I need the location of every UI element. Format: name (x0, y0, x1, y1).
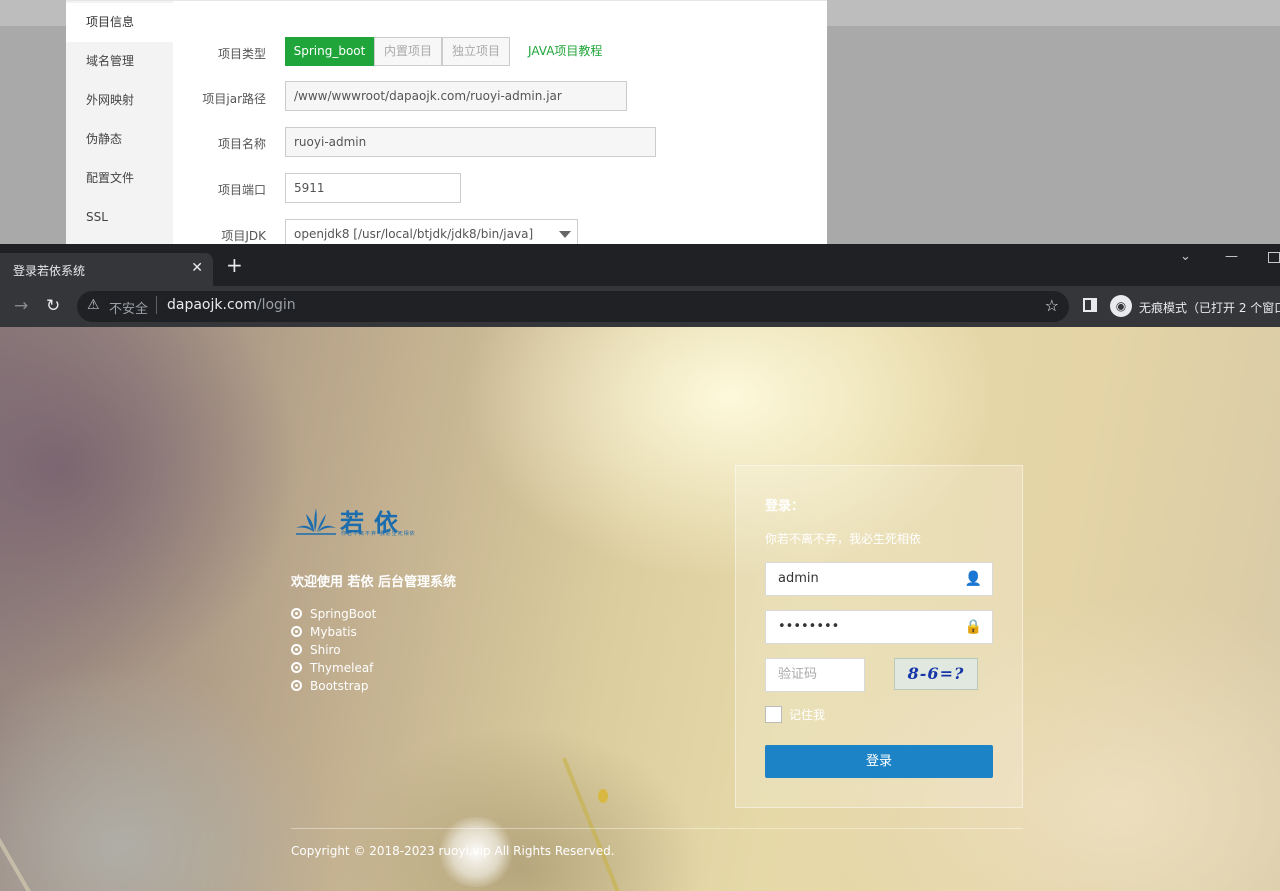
project-name-input[interactable]: ruoyi-admin (285, 127, 656, 157)
jdk-select-value: openjdk8 [/usr/local/btjdk/jdk8/bin/java… (294, 227, 534, 241)
circle-bullet-icon (291, 626, 302, 637)
incognito-icon[interactable]: ◉ (1110, 295, 1132, 317)
url-text: dapaojk.com/login (167, 297, 296, 313)
project-name-label: 项目名称 (217, 137, 266, 151)
login-subtitle: 你若不离不弃，我必生死相依 (765, 532, 922, 546)
url-path: /login (256, 297, 296, 313)
username-value: admin (778, 571, 819, 586)
minimize-icon[interactable]: — (1225, 249, 1238, 264)
captcha-image[interactable]: 8-6=? (894, 658, 978, 690)
bt-panel-background: 项目信息 域名管理 外网映射 伪静态 配置文件 SSL 项目类型 Spring_… (0, 0, 1280, 244)
feature-label: SpringBoot (310, 607, 377, 621)
sidebar-item-external-mapping[interactable]: 外网映射 (66, 81, 173, 120)
type-option-spring-boot[interactable]: Spring_boot (285, 37, 374, 66)
circle-bullet-icon (291, 680, 302, 691)
feature-label: Shiro (310, 643, 341, 657)
project-port-label: 项目端口 (217, 183, 266, 197)
feature-item: Bootstrap (291, 679, 368, 693)
password-input[interactable]: •••••••• 🔒 (765, 610, 993, 644)
logo-subtitle: 你若不离不弃 我必生死相依 (341, 531, 416, 537)
password-value: •••••••• (778, 619, 840, 634)
type-option-standalone[interactable]: 独立项目 (442, 37, 510, 66)
checkbox-icon[interactable] (765, 706, 782, 723)
new-tab-icon[interactable]: + (226, 255, 243, 275)
close-icon[interactable]: ✕ (191, 260, 203, 276)
remember-me-label: 记住我 (789, 708, 826, 722)
jar-path-input[interactable]: /www/wwwroot/dapaojk.com/ruoyi-admin.jar (285, 81, 627, 111)
type-option-builtin[interactable]: 内置项目 (374, 37, 442, 66)
circle-bullet-icon (291, 608, 302, 619)
incognito-label: 无痕模式（已打开 2 个窗口 (1139, 301, 1280, 315)
project-jdk-label: 项目JDK (221, 229, 266, 243)
tab-search-chevron-icon[interactable]: ⌄ (1180, 249, 1191, 264)
tab-strip: 登录若依系统 ✕ + ⌄ — (0, 244, 1280, 286)
url-host: dapaojk.com (167, 297, 257, 313)
feature-item: Thymeleaf (291, 661, 373, 675)
modal-sidebar: 项目信息 域名管理 外网映射 伪静态 配置文件 SSL (66, 1, 173, 244)
login-form: 登录： 你若不离不弃，我必生死相依 admin 👤 •••••••• 🔒 验证码… (735, 465, 1023, 808)
footer-divider (291, 828, 1023, 829)
login-page: 若依 你若不离不弃 我必生死相依 欢迎使用 若依 后台管理系统 SpringBo… (0, 327, 1280, 891)
jar-path-label: 项目jar路径 (202, 92, 266, 106)
java-tutorial-link[interactable]: JAVA项目教程 (528, 42, 602, 59)
tab-title: 登录若依系统 (13, 264, 86, 278)
project-settings-modal: 项目信息 域名管理 外网映射 伪静态 配置文件 SSL 项目类型 Spring_… (66, 0, 827, 244)
feature-label: Thymeleaf (310, 661, 374, 675)
circle-bullet-icon (291, 662, 302, 673)
user-icon: 👤 (964, 571, 982, 587)
address-bar[interactable]: ⚠ 不安全 dapaojk.com/login ☆ (77, 291, 1069, 322)
feature-item: SpringBoot (291, 607, 376, 621)
sidebar-item-rewrite[interactable]: 伪静态 (66, 120, 173, 159)
sidebar-item-config-file[interactable]: 配置文件 (66, 159, 173, 198)
sidebar-item-project-info[interactable]: 项目信息 (66, 3, 173, 42)
welcome-heading: 欢迎使用 若依 后台管理系统 (291, 575, 457, 590)
project-port-input[interactable]: 5911 (285, 173, 461, 203)
browser-toolbar: → ↻ ⚠ 不安全 dapaojk.com/login ☆ ◉ 无痕模式（已打开… (0, 286, 1280, 327)
username-input[interactable]: admin 👤 (765, 562, 993, 596)
chevron-down-icon (559, 231, 571, 238)
remember-me-checkbox[interactable]: 记住我 (765, 706, 825, 723)
captcha-input[interactable]: 验证码 (765, 658, 865, 692)
warning-icon: ⚠ (87, 297, 100, 313)
background-stalk (561, 757, 622, 891)
feature-item: Mybatis (291, 625, 357, 639)
copyright-text: Copyright © 2018-2023 ruoyi.vip All Righ… (291, 844, 615, 858)
forward-icon[interactable]: → (14, 296, 28, 316)
side-panel-icon[interactable] (1083, 298, 1097, 312)
feature-label: Mybatis (310, 625, 357, 639)
project-type-label: 项目类型 (217, 47, 266, 61)
login-title: 登录： (765, 499, 805, 514)
browser-chrome: 登录若依系统 ✕ + ⌄ — → ↻ ⚠ 不安全 dapaojk.com/log… (0, 244, 1280, 327)
tab-login[interactable]: 登录若依系统 ✕ (0, 253, 213, 286)
login-button[interactable]: 登录 (765, 745, 993, 778)
circle-bullet-icon (291, 644, 302, 655)
sidebar-item-domain-management[interactable]: 域名管理 (66, 42, 173, 81)
bookmark-star-icon[interactable]: ☆ (1045, 296, 1059, 315)
lock-icon: 🔒 (964, 619, 982, 635)
project-jdk-select[interactable]: openjdk8 [/usr/local/btjdk/jdk8/bin/java… (285, 219, 578, 244)
sidebar-item-ssl[interactable]: SSL (66, 198, 173, 237)
maximize-icon[interactable] (1268, 252, 1280, 263)
reload-icon[interactable]: ↻ (46, 296, 60, 316)
feature-item: Shiro (291, 643, 341, 657)
address-separator (156, 296, 157, 314)
background-bud (598, 789, 608, 803)
security-status: 不安全 (109, 302, 149, 317)
background-stalk (0, 774, 34, 891)
feature-label: Bootstrap (310, 679, 369, 693)
